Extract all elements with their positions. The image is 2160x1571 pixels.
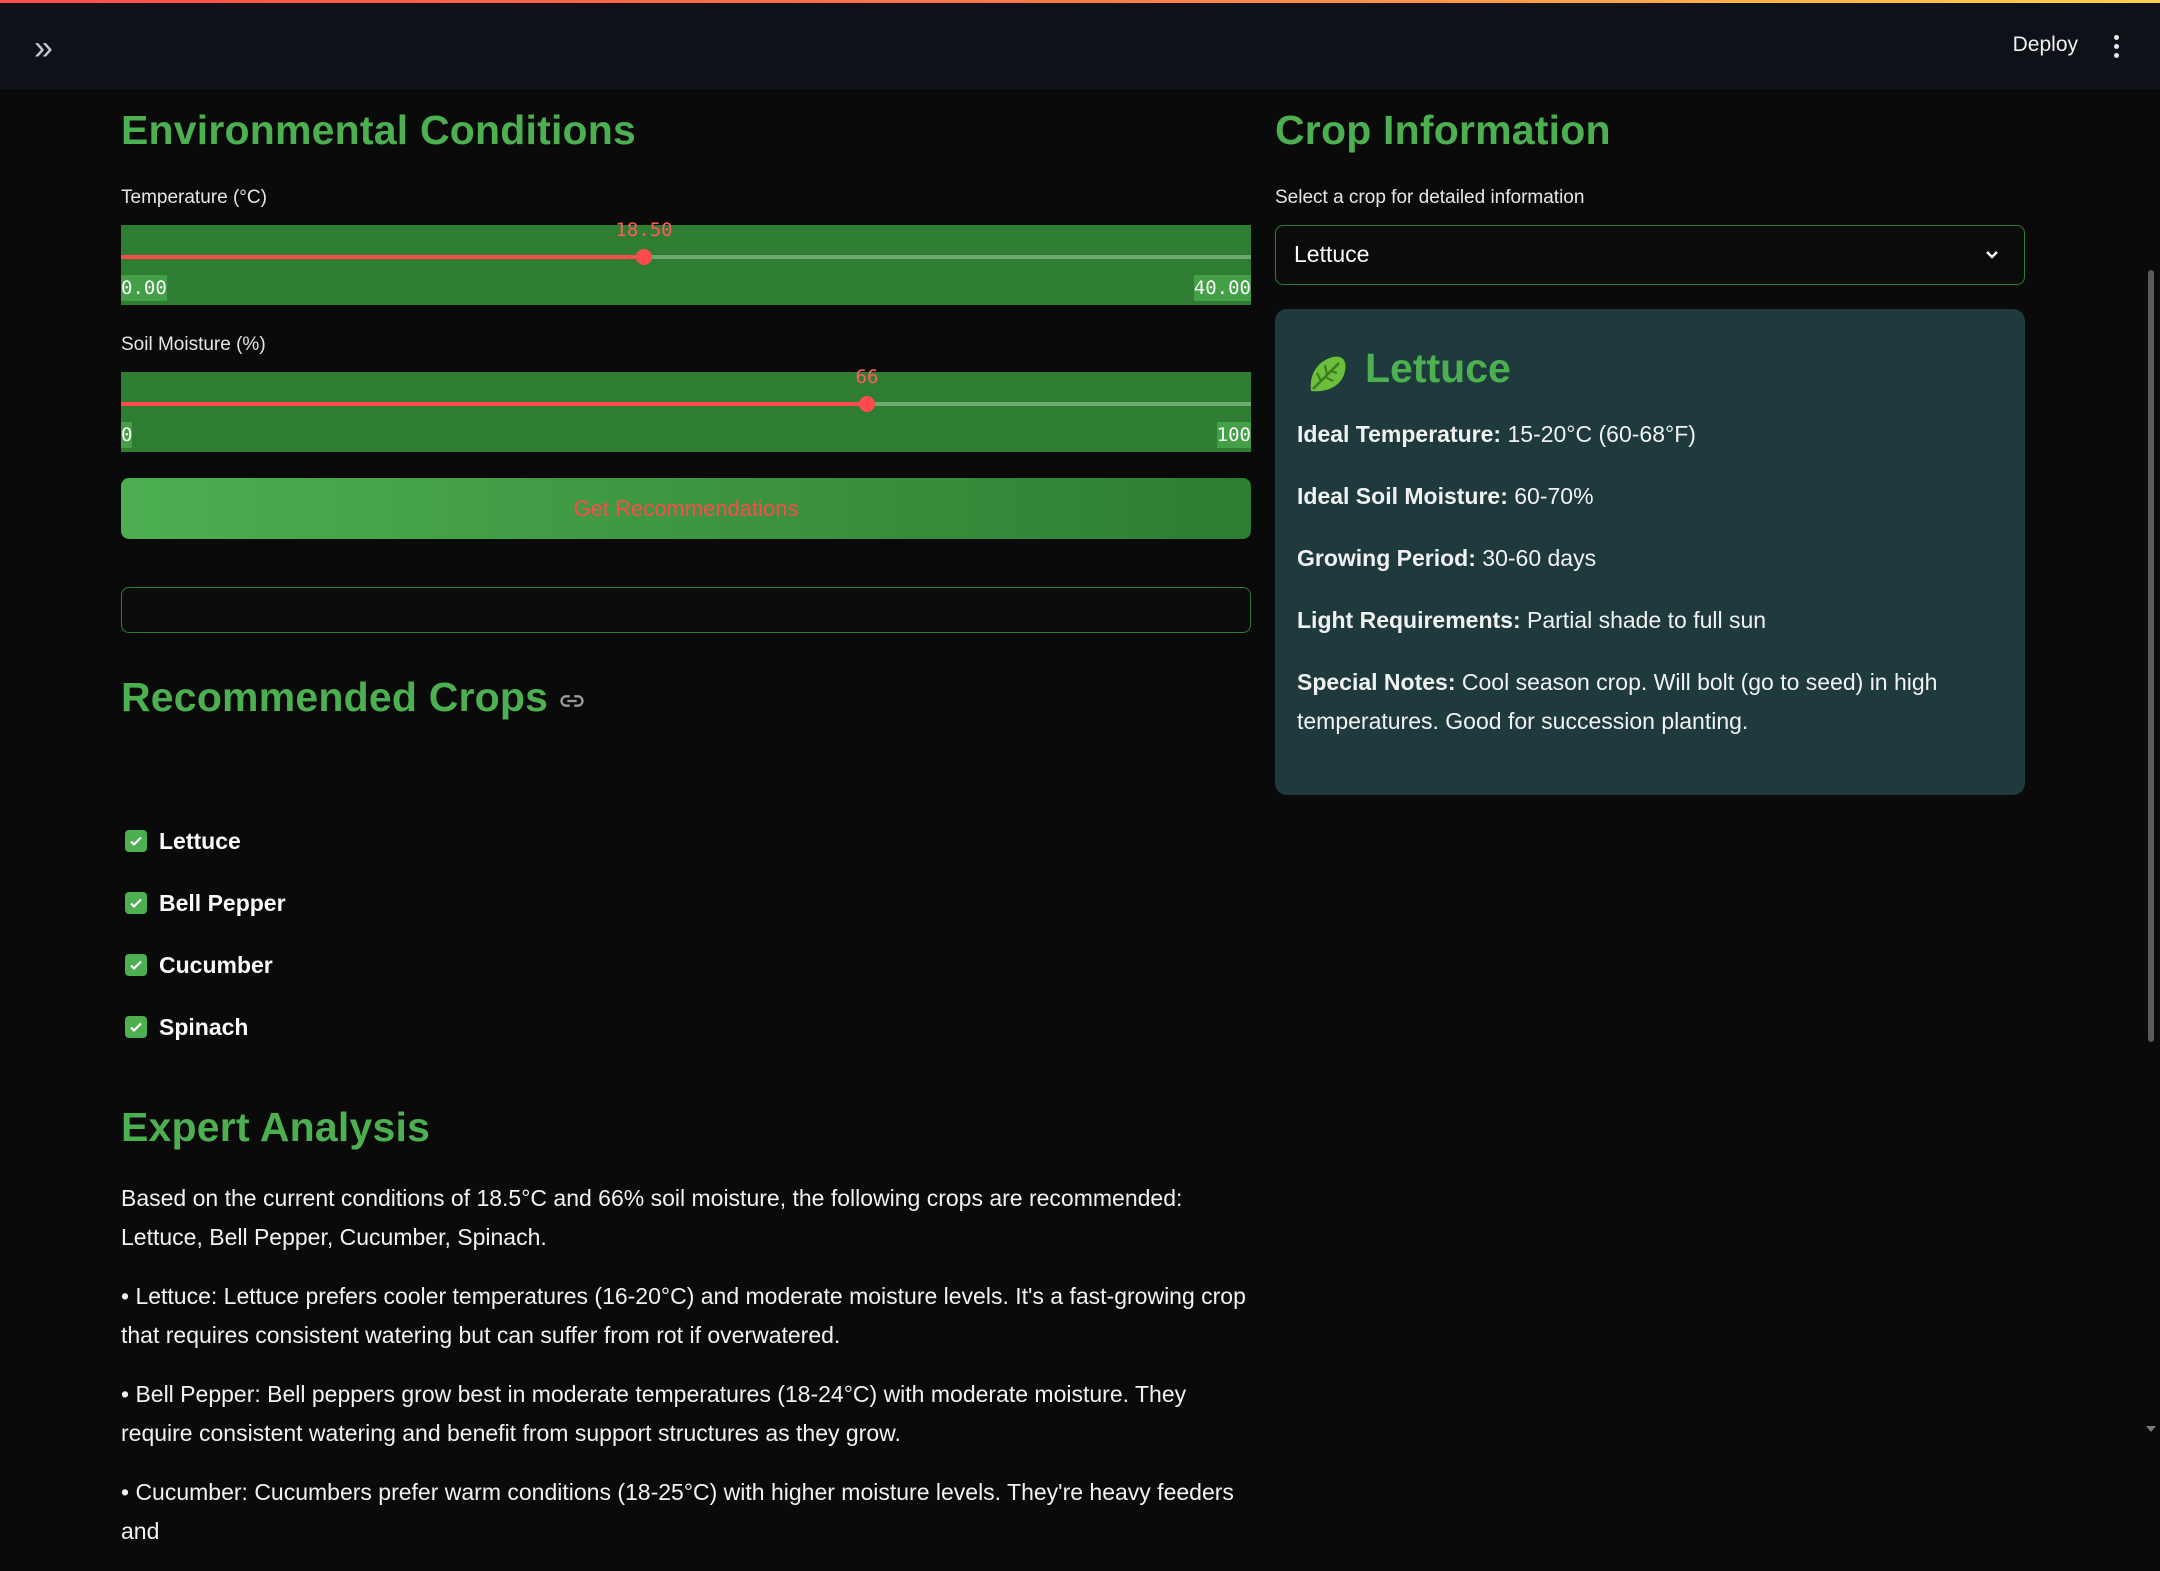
expand-sidebar-icon[interactable]: » — [34, 31, 53, 65]
ideal-moisture-row: Ideal Soil Moisture: 60-70% — [1297, 477, 1997, 516]
slider-thumb[interactable] — [859, 396, 875, 412]
crop-select[interactable]: Lettuce — [1275, 225, 2025, 285]
slider-fill — [121, 255, 644, 259]
checkbox-checked-icon — [125, 1016, 147, 1038]
crop-info-card: Lettuce Ideal Temperature: 15-20°C (60-6… — [1275, 309, 2025, 795]
crop-card-title: Lettuce — [1365, 345, 1511, 391]
info-label: Light Requirements: — [1297, 607, 1521, 633]
slider-min-label: 0.00 — [121, 275, 167, 301]
slider-current-value: 18.50 — [615, 219, 673, 241]
checkbox-checked-icon — [125, 892, 147, 914]
page-scrollbar[interactable] — [2148, 270, 2154, 1042]
analysis-paragraph: • Lettuce: Lettuce prefers cooler temper… — [121, 1283, 1246, 1348]
list-item: Lettuce — [121, 825, 286, 857]
analysis-title: Expert Analysis — [121, 1104, 431, 1150]
list-item: Cucumber — [121, 949, 286, 981]
growing-period-row: Growing Period: 30-60 days — [1297, 539, 1997, 578]
slider-thumb[interactable] — [636, 249, 652, 265]
crop-name: Lettuce — [159, 827, 241, 854]
slider-current-value: 66 — [855, 366, 879, 388]
recommended-list: Lettuce Bell Pepper Cucumber Spinach — [121, 825, 286, 1073]
main-menu-icon[interactable] — [2114, 35, 2120, 62]
crop-name: Spinach — [159, 1013, 249, 1040]
environment-title: Environmental Conditions — [121, 107, 637, 153]
ideal-temperature-row: Ideal Temperature: 15-20°C (60-68°F) — [1297, 415, 1997, 454]
anchor-link-icon[interactable] — [558, 687, 586, 715]
get-recommendations-button[interactable]: Get Recommendations — [121, 478, 1251, 539]
crop-name: Bell Pepper — [159, 889, 286, 916]
info-label: Growing Period: — [1297, 545, 1476, 571]
checkbox-checked-icon — [125, 830, 147, 852]
analysis-paragraph: Based on the current conditions of 18.5°… — [121, 1185, 1183, 1250]
recommended-heading: Recommended Crops — [121, 674, 586, 721]
info-label: Ideal Temperature: — [1297, 421, 1502, 447]
scroll-down-icon[interactable] — [2146, 1426, 2156, 1432]
analysis-paragraph: • Bell Pepper: Bell peppers grow best in… — [121, 1381, 1187, 1446]
checkbox-checked-icon — [125, 954, 147, 976]
leafy-green-icon — [1310, 356, 1346, 392]
crop-select-label: Select a crop for detailed information — [1275, 187, 1585, 208]
info-label: Special Notes: — [1297, 669, 1456, 695]
slider-max-label: 100 — [1216, 422, 1251, 448]
crop-name: Cucumber — [159, 951, 273, 978]
light-requirements-row: Light Requirements: Partial shade to ful… — [1297, 601, 1997, 640]
temperature-label: Temperature (°C) — [121, 187, 267, 208]
moisture-label: Soil Moisture (%) — [121, 334, 266, 355]
info-value: Partial shade to full sun — [1520, 607, 1767, 633]
recommended-title: Recommended Crops — [121, 674, 549, 720]
list-item: Spinach — [121, 1011, 286, 1043]
analysis-paragraph: • Cucumber: Cucumbers prefer warm condit… — [121, 1479, 1234, 1544]
crop-select-value: Lettuce — [1294, 241, 1370, 267]
crop-info-title: Crop Information — [1275, 107, 1611, 153]
slider-fill — [121, 402, 867, 406]
info-label: Ideal Soil Moisture: — [1297, 483, 1508, 509]
chevron-down-icon — [1986, 251, 1998, 259]
deploy-button[interactable]: Deploy — [2013, 33, 2078, 57]
list-item: Bell Pepper — [121, 887, 286, 919]
slider-max-label: 40.00 — [1193, 275, 1251, 301]
temperature-slider[interactable]: 18.50 0.00 40.00 — [121, 219, 1251, 305]
app-header: » Deploy — [0, 3, 2160, 89]
info-value: 60-70% — [1507, 483, 1594, 509]
analysis-body: Based on the current conditions of 18.5°… — [121, 1179, 1251, 1571]
special-notes-row: Special Notes: Cool season crop. Will bo… — [1297, 663, 1997, 741]
empty-output-box — [121, 587, 1251, 633]
info-value: 30-60 days — [1475, 545, 1597, 571]
slider-min-label: 0 — [121, 422, 133, 448]
moisture-slider[interactable]: 66 0 100 — [121, 366, 1251, 452]
info-value: 15-20°C (60-68°F) — [1501, 421, 1696, 447]
